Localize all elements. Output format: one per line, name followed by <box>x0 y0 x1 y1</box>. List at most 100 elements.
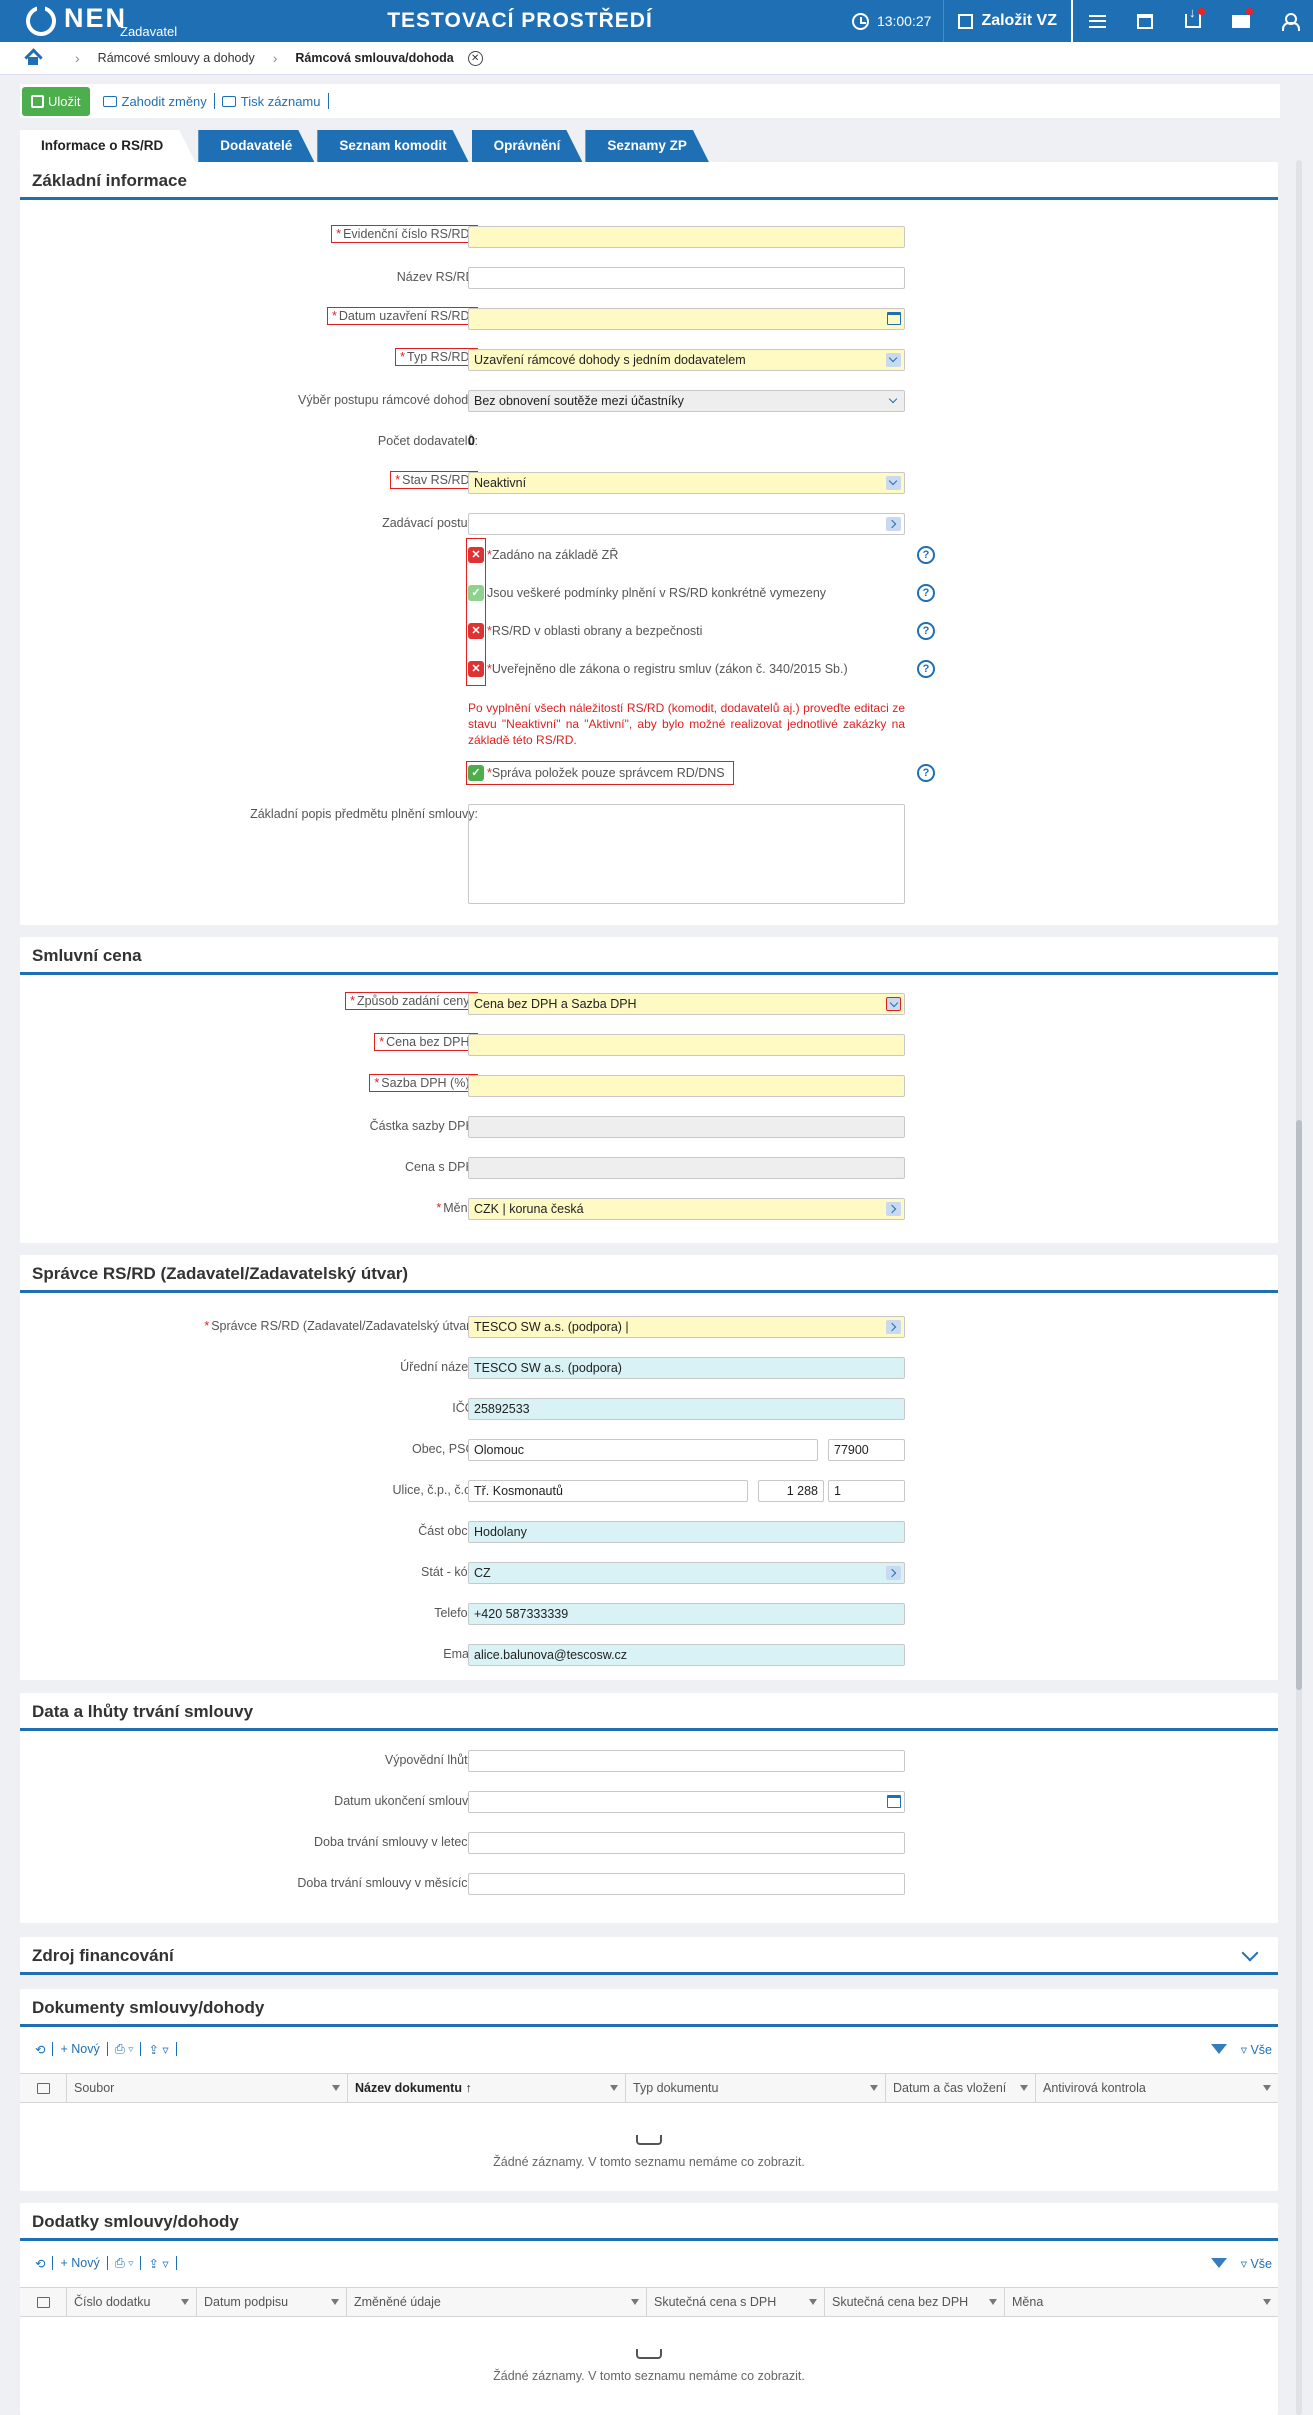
tab-suppliers[interactable]: Dodavatelé <box>198 130 314 162</box>
export-menu-icon[interactable]: ⇪ ▿ <box>141 2256 177 2271</box>
tab-zp-lists[interactable]: Seznamy ZP <box>585 130 709 162</box>
field-label: * Správce RS/RD (Zadavatel/Zadavatelský ú… <box>204 1319 478 1333</box>
contract-admin-picker[interactable]: TESCO SW a.s. (podpora) | <box>468 1316 905 1338</box>
price-without-vat-input[interactable] <box>468 1034 905 1056</box>
field-label: Doba trvání smlouvy v letech: <box>314 1835 478 1849</box>
tab-info[interactable]: Informace o RS/RD <box>20 130 195 162</box>
column-settings[interactable] <box>20 2074 67 2102</box>
help-icon[interactable]: ? <box>917 764 935 782</box>
help-icon[interactable]: ? <box>917 546 935 564</box>
description-textarea[interactable] <box>468 804 905 904</box>
home-icon[interactable] <box>25 51 41 65</box>
chevron-down-icon[interactable] <box>886 997 901 1011</box>
field-row: Počet dodavatelů: 0 <box>20 429 1278 455</box>
field-row: Zadávací postup: <box>20 511 1278 537</box>
check-defense[interactable]: ✕ * RS/RD v oblasti obrany a bezpečnosti <box>468 620 702 642</box>
column-header[interactable]: Skutečná cena s DPH <box>647 2288 825 2316</box>
check-conditions-defined[interactable]: ✓ Jsou veškeré podmínky plnění v RS/RD ko… <box>468 582 826 604</box>
view-all-button[interactable]: ▿ Vše <box>1241 2256 1272 2271</box>
status-select[interactable]: Neaktivní <box>468 472 905 494</box>
vat-rate-input[interactable] <box>468 1075 905 1097</box>
tab-permissions[interactable]: Oprávnění <box>472 130 583 162</box>
check-tender-zr[interactable]: ✕ * Zadáno na základě ZŘ <box>468 544 618 566</box>
chevron-down-icon[interactable] <box>886 476 901 490</box>
breadcrumb-frameworks[interactable]: Rámcové smlouvy a dohody <box>98 51 255 65</box>
help-icon[interactable]: ? <box>917 660 935 678</box>
price-method-select[interactable]: Cena bez DPH a Sazba DPH <box>468 993 905 1015</box>
field-row: *Sazba DPH (%): <box>20 1073 1278 1099</box>
duration-years-input[interactable] <box>468 1832 905 1854</box>
close-icon[interactable]: ✕ <box>467 50 483 66</box>
new-amendment-button[interactable]: + Nový <box>53 2256 108 2270</box>
print-menu-icon[interactable]: ⎙ ▿ <box>108 2256 142 2270</box>
chevron-right-icon[interactable] <box>886 1202 901 1216</box>
procedure-select[interactable]: Bez obnovení soutěže mezi účastníky <box>468 390 905 412</box>
checkmark-checkbox-icon[interactable]: ✓ <box>468 765 484 781</box>
column-header[interactable]: Datum podpisu <box>197 2288 347 2316</box>
user-button[interactable] <box>1265 0 1313 42</box>
chevron-down-icon[interactable] <box>886 353 901 367</box>
cross-checkbox-icon[interactable]: ✕ <box>468 547 484 563</box>
calendar-icon[interactable] <box>887 312 901 325</box>
save-button[interactable]: Uložit <box>22 86 90 116</box>
refresh-icon[interactable]: ⟲ <box>28 2042 54 2057</box>
create-contract-button[interactable]: Založit VZ <box>943 0 1073 42</box>
tab-commodities[interactable]: Seznam komodit <box>317 130 468 162</box>
filter-icon[interactable] <box>1210 2258 1227 2268</box>
currency-picker[interactable]: CZK | koruna česká <box>468 1198 905 1220</box>
funding-panel[interactable]: Zdroj financování <box>20 1937 1278 1975</box>
chevron-right-icon[interactable] <box>886 1566 901 1580</box>
end-date-input[interactable] <box>468 1791 905 1813</box>
field-row: Úřední název: TESCO SW a.s. (podpora) <box>20 1355 1278 1381</box>
cross-checkbox-icon[interactable]: ✕ <box>468 661 484 677</box>
discard-changes-button[interactable]: Zahodit změny <box>96 93 215 109</box>
checkmark-checkbox-icon[interactable]: ✓ <box>468 585 484 601</box>
duration-months-input[interactable] <box>468 1873 905 1895</box>
notice-period-input[interactable] <box>468 1750 905 1772</box>
chevron-right-icon[interactable] <box>886 517 901 531</box>
field-label: Výběr postupu rámcové dohody: <box>298 393 478 407</box>
export-menu-icon[interactable]: ⇪ ▿ <box>141 2042 177 2057</box>
column-header[interactable]: Typ dokumentu <box>626 2074 886 2102</box>
print-menu-icon[interactable]: ⎙ ▿ <box>108 2042 142 2056</box>
chevron-down-icon[interactable] <box>1241 1944 1259 1962</box>
column-header[interactable]: Skutečná cena bez DPH <box>825 2288 1005 2316</box>
view-all-button[interactable]: ▿ Vše <box>1241 2042 1272 2057</box>
page-scrollbar[interactable] <box>1296 160 1302 2415</box>
column-header[interactable]: Název dokumentu ↑ <box>348 2074 626 2102</box>
calendar-icon[interactable] <box>887 1795 901 1808</box>
cross-checkbox-icon[interactable]: ✕ <box>468 623 484 639</box>
conclusion-date-input[interactable] <box>468 308 905 330</box>
print-record-button[interactable]: Tisk záznamu <box>215 93 329 109</box>
new-document-button[interactable]: + Nový <box>53 2042 108 2056</box>
help-icon[interactable]: ? <box>917 584 935 602</box>
check-admin-only[interactable]: ✓ * Správa položek pouze správcem RD/DNS <box>468 762 725 784</box>
field-label: *Typ RS/RD: <box>395 348 478 366</box>
section-title[interactable]: Zdroj financování <box>20 1937 1278 1975</box>
column-settings[interactable] <box>20 2288 67 2316</box>
country-picker[interactable]: CZ <box>468 1562 905 1584</box>
scrollbar-thumb[interactable] <box>1296 1120 1302 1690</box>
contract-name-input[interactable] <box>468 267 905 289</box>
column-header[interactable]: Datum a čas vložení <box>886 2074 1036 2102</box>
help-icon[interactable]: ? <box>917 622 935 640</box>
calendar-button[interactable] <box>1121 0 1169 42</box>
column-header[interactable]: Antivirová kontrola <box>1036 2074 1278 2102</box>
menu-button[interactable] <box>1073 0 1121 42</box>
column-header[interactable]: Měna <box>1005 2288 1278 2316</box>
registration-number-input[interactable] <box>468 226 905 248</box>
chevron-down-icon[interactable] <box>886 394 901 408</box>
chevron-right-icon[interactable] <box>886 1320 901 1334</box>
refresh-icon[interactable]: ⟲ <box>28 2256 54 2271</box>
check-label: RS/RD v oblasti obrany a bezpečnosti <box>491 624 703 638</box>
field-row: *Stav RS/RD: Neaktivní <box>20 470 1278 496</box>
procurement-procedure-picker[interactable] <box>468 513 905 535</box>
column-header[interactable]: Soubor <box>67 2074 348 2102</box>
contract-type-select[interactable]: Uzavření rámcové dohody s jedním dodavat… <box>468 349 905 371</box>
column-header[interactable]: Číslo dodatku <box>67 2288 197 2316</box>
downloads-button[interactable] <box>1169 0 1217 42</box>
messages-button[interactable] <box>1217 0 1265 42</box>
check-registry[interactable]: ✕ * Uveřejněno dle zákona o registru smluv… <box>468 658 848 680</box>
column-header[interactable]: Změněné údaje <box>347 2288 647 2316</box>
filter-icon[interactable] <box>1210 2044 1227 2054</box>
